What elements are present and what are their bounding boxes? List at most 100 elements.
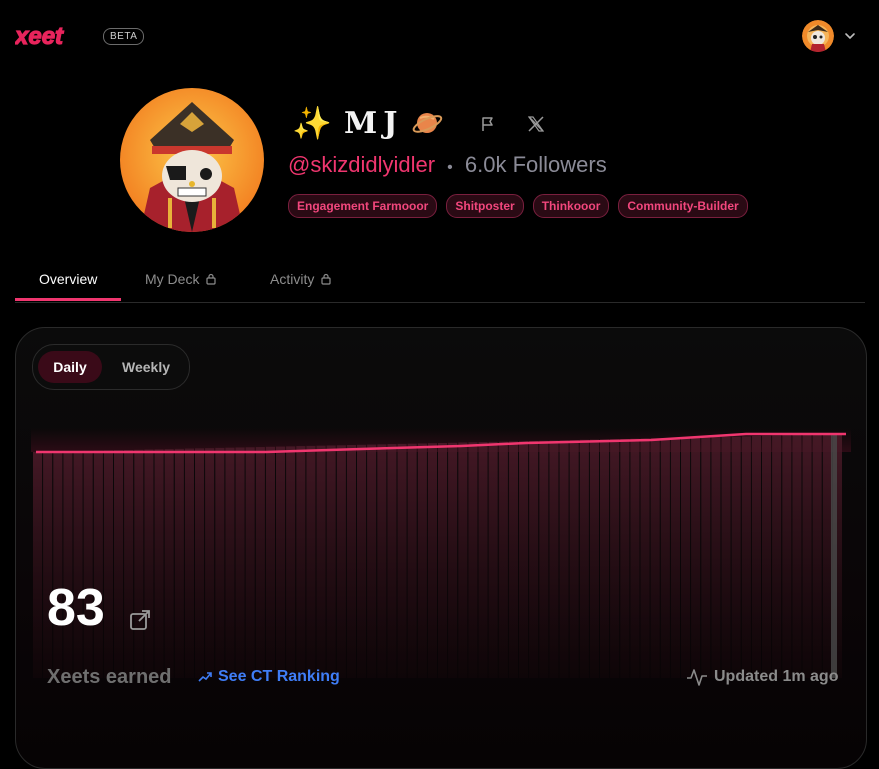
active-tab-indicator — [15, 298, 121, 301]
chart-bar — [640, 438, 650, 678]
activity-pulse-icon — [687, 669, 707, 686]
chart-bar — [326, 445, 336, 678]
chart-bar — [397, 443, 407, 678]
chart-bar — [144, 449, 154, 678]
chart-bar — [691, 437, 701, 678]
separator-dot: • — [447, 159, 453, 176]
chart-bar — [751, 436, 761, 678]
chart-bar — [53, 451, 63, 678]
chart-bar — [154, 449, 164, 678]
see-ct-ranking-link[interactable]: See CT Ranking — [198, 668, 340, 686]
chart-bar — [711, 436, 721, 678]
chart-bar — [245, 447, 255, 678]
chart-bar — [417, 443, 427, 679]
period-toggle: Daily Weekly — [32, 344, 190, 390]
tab-label: Overview — [39, 271, 98, 287]
profile-tabs: Overview My Deck Activity — [15, 258, 865, 303]
tag-badge: Thinkooor — [532, 194, 610, 218]
chart-bar — [539, 440, 549, 679]
tab-label: Activity — [270, 271, 315, 287]
chart-bar — [792, 435, 802, 678]
tag-badge: Community-Builder — [618, 194, 748, 218]
xeets-earned-label: Xeets earned — [47, 666, 172, 688]
chart-bar — [164, 449, 174, 678]
chart-cursor-bar — [831, 434, 837, 678]
updated-label: Updated 1m ago — [714, 668, 839, 685]
planet-icon — [413, 113, 443, 133]
chart-bar — [782, 435, 792, 678]
xeets-area-chart — [31, 428, 851, 679]
chart-bar — [306, 445, 316, 678]
chart-bar — [387, 444, 397, 678]
tag-badge: Engagement Farmooor — [288, 194, 438, 218]
chart-bar — [762, 435, 772, 678]
chart-bar — [438, 443, 448, 678]
chart-bar — [772, 435, 782, 678]
chart-bar — [63, 451, 73, 678]
chart-bar — [33, 452, 43, 678]
chart-bar — [529, 441, 539, 678]
chart-bar — [235, 447, 245, 678]
profile-tags: Engagement Farmooor Shitposter Thinkooor… — [288, 194, 748, 218]
chart-bar — [822, 434, 832, 678]
chart-bar — [458, 442, 468, 678]
chart-bar — [579, 439, 589, 678]
chart-bar — [427, 443, 437, 678]
chart-bar — [357, 444, 367, 678]
chart-bar — [367, 444, 377, 678]
chart-bar — [93, 450, 103, 678]
followers-count: 6.0k Followers — [464, 152, 607, 177]
chart-bar — [508, 441, 518, 678]
chart-bar — [195, 448, 205, 678]
profile-name-row: ✨ MJ — [292, 103, 443, 143]
chart-bar — [346, 445, 356, 678]
tab-overview[interactable]: Overview — [39, 258, 97, 300]
chart-bar — [701, 437, 711, 678]
tab-activity[interactable]: Activity — [270, 258, 332, 300]
avatar-icon — [802, 20, 834, 52]
chevron-down-icon[interactable] — [843, 29, 857, 43]
chart-bars — [33, 434, 842, 679]
handle-row: @skizdidlyidler • 6.0k Followers — [288, 150, 607, 183]
x-logo-icon[interactable] — [525, 113, 547, 135]
chart-bar — [225, 447, 235, 678]
chart-bar — [296, 446, 306, 678]
chart-bar — [731, 436, 741, 678]
chart-bar — [255, 447, 265, 678]
profile-handle[interactable]: @skizdidlyidler — [288, 152, 435, 177]
chart-bar — [43, 451, 53, 678]
chart-bar — [488, 441, 498, 678]
chart-bar — [620, 439, 630, 679]
lock-icon — [206, 273, 217, 285]
chart-bar — [681, 437, 691, 678]
chart-bar — [812, 434, 822, 678]
weekly-toggle-button[interactable]: Weekly — [109, 351, 183, 383]
profile-avatar — [120, 88, 264, 232]
chart-bar — [205, 448, 215, 678]
xeets-card: Daily Weekly 83 Xeets earned See CT Rank… — [15, 327, 867, 769]
xeet-logo[interactable]: xeet — [15, 24, 95, 48]
chart-bar — [569, 440, 579, 678]
flag-icon[interactable] — [478, 114, 498, 134]
chart-bar — [802, 434, 812, 678]
top-bar: xeet BETA — [0, 0, 879, 72]
chart-bar — [336, 445, 346, 679]
chart-bar — [407, 443, 417, 678]
tab-label: My Deck — [145, 271, 200, 287]
chart-bar — [316, 445, 326, 678]
chart-bar — [184, 448, 194, 678]
daily-toggle-button[interactable]: Daily — [38, 351, 102, 383]
chart-bar — [650, 438, 660, 678]
tab-my-deck[interactable]: My Deck — [145, 258, 217, 300]
user-avatar-button[interactable] — [802, 20, 834, 52]
chart-bar — [630, 438, 640, 678]
chart-bar — [134, 449, 144, 679]
chart-bar — [549, 440, 559, 678]
external-link-icon[interactable] — [129, 609, 151, 631]
beta-badge: BETA — [103, 28, 145, 45]
chart-bar — [600, 439, 610, 678]
chart-bar — [519, 441, 529, 678]
chart-bar — [610, 439, 620, 678]
chart-bar — [124, 450, 134, 678]
chart-bar — [276, 446, 286, 678]
